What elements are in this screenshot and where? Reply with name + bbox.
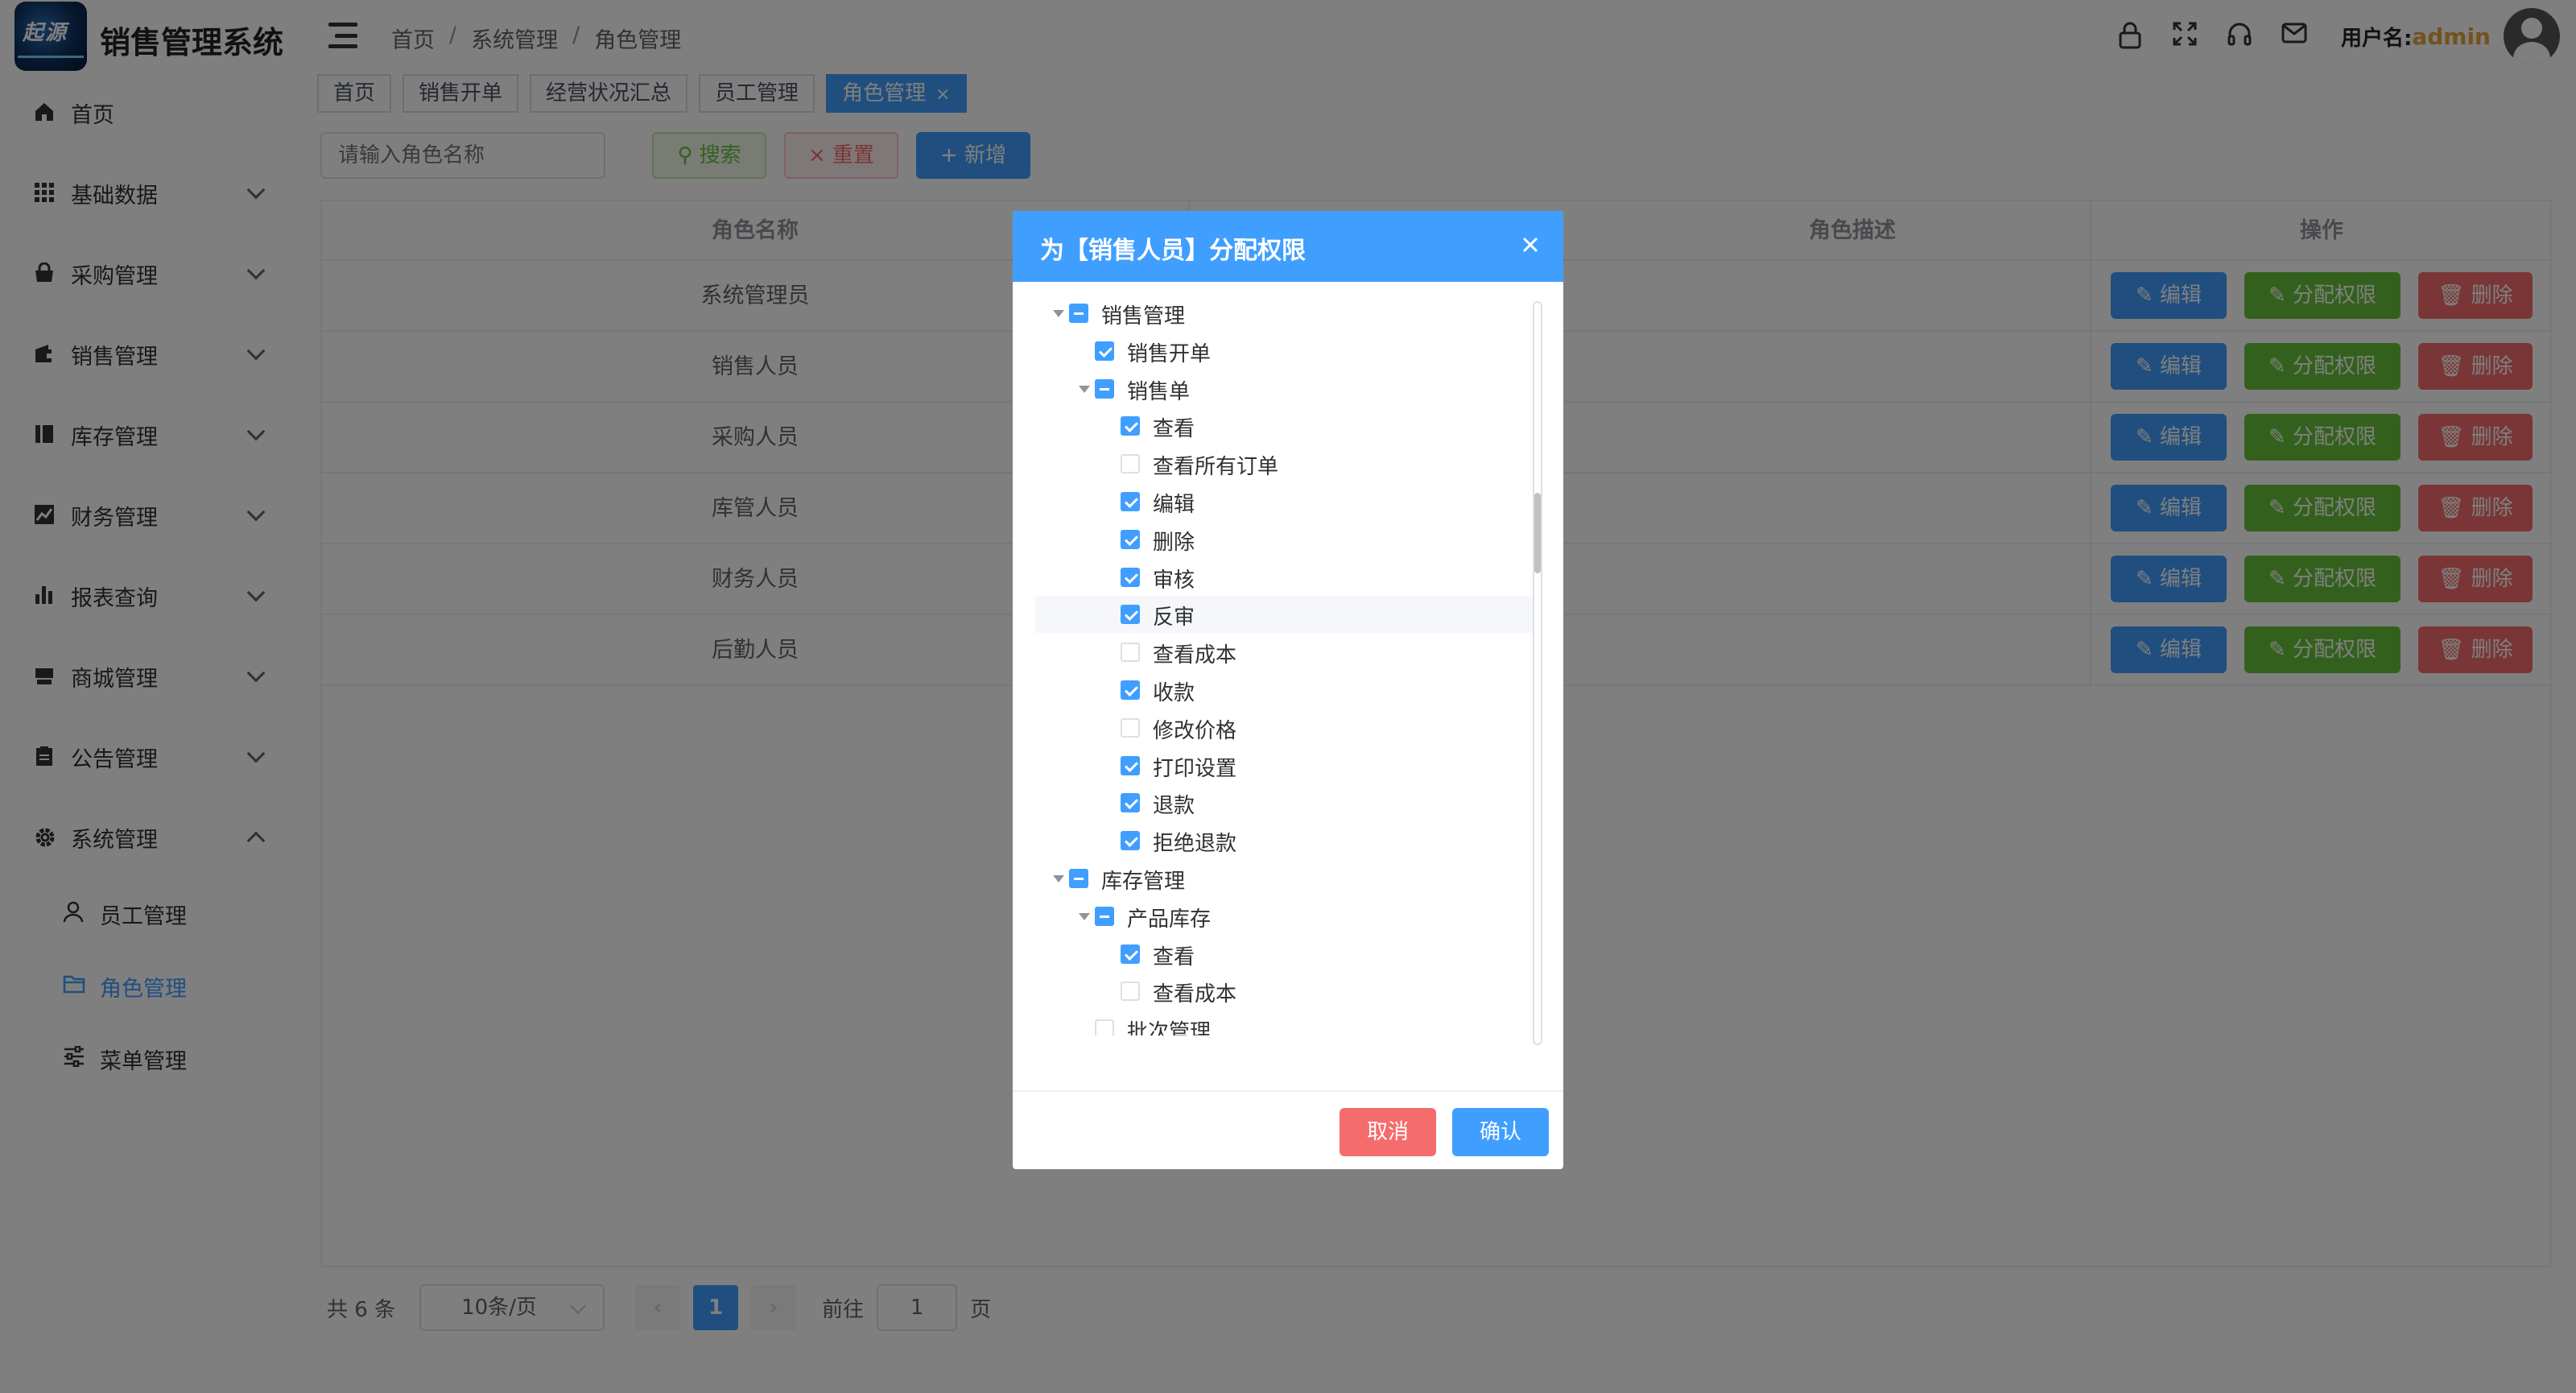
tree-node[interactable]: 反审 [1035,596,1542,634]
assign-permission-dialog: 为【销售人员】分配权限 销售管理 销售开单 销售单 查看 查看所有订单 编辑 删除 审核 反审查… [1013,211,1563,1169]
tree-scrollbar-thumb[interactable] [1534,493,1541,573]
confirm-button[interactable]: 确认 [1452,1108,1549,1156]
tree-checkbox[interactable] [1121,831,1140,851]
tree-checkbox[interactable] [1121,680,1140,700]
tree-checkbox[interactable] [1069,869,1088,888]
tree-node-label: 收款 [1153,681,1195,705]
cancel-button[interactable]: 取消 [1340,1108,1436,1156]
tree-node[interactable]: 批次管理 [1035,1011,1542,1035]
tree-node-label: 拒绝退款 [1153,832,1237,857]
tree-node-label: 查看成本 [1153,643,1237,668]
tree-node-label: 删除 [1153,530,1195,555]
tree-node-label: 销售管理 [1101,304,1186,329]
tree-node-label: 销售开单 [1127,341,1212,366]
tree-node[interactable]: 查看成本 [1035,973,1542,1010]
tree-node[interactable]: 打印设置 [1035,747,1542,784]
tree-node-label: 查看成本 [1153,982,1237,1007]
caret-down-icon[interactable] [1053,875,1064,883]
tree-checkbox[interactable] [1121,717,1140,738]
tree-checkbox[interactable] [1121,567,1140,587]
tree-node[interactable]: 收款 [1035,672,1542,709]
tree-node-label: 反审 [1153,606,1195,630]
dialog-title: 为【销售人员】分配权限 [1040,237,1306,265]
tree-node-label: 编辑 [1153,493,1195,517]
tree-node-label: 查看所有订单 [1153,455,1279,480]
caret-down-icon[interactable] [1079,385,1090,393]
tree-node-label: 审核 [1153,568,1195,593]
tree-node[interactable]: 产品库存 [1035,898,1542,935]
tree-node[interactable]: 编辑 [1035,483,1542,520]
tree-node-label: 修改价格 [1153,718,1237,743]
tree-checkbox[interactable] [1095,341,1114,361]
caret-down-icon[interactable] [1079,912,1090,920]
tree-scrollbar[interactable] [1533,301,1542,1045]
tree-node[interactable]: 删除 [1035,521,1542,558]
permission-tree: 销售管理 销售开单 销售单 查看 查看所有订单 编辑 删除 审核 反审 查看成本 收款 修改价格 打印设… [1035,295,1542,1035]
tree-node[interactable]: 查看 [1035,407,1542,444]
tree-checkbox[interactable] [1121,529,1140,549]
tree-node[interactable]: 修改价格 [1035,709,1542,746]
tree-checkbox[interactable] [1121,755,1140,775]
close-icon[interactable] [1521,230,1539,259]
tree-checkbox[interactable] [1121,605,1140,625]
tree-node-label: 退款 [1153,794,1195,819]
tree-node[interactable]: 审核 [1035,559,1542,596]
tree-checkbox[interactable] [1121,454,1140,474]
tree-node[interactable]: 销售开单 [1035,333,1542,370]
tree-node[interactable]: 查看 [1035,936,1542,973]
tree-checkbox[interactable] [1121,982,1140,1002]
tree-checkbox[interactable] [1121,944,1140,964]
tree-node-label: 产品库存 [1127,907,1212,932]
caret-down-icon[interactable] [1053,310,1064,317]
tree-checkbox[interactable] [1121,492,1140,511]
tree-node[interactable]: 查看成本 [1035,634,1542,671]
tree-node[interactable]: 退款 [1035,784,1542,821]
tree-node[interactable]: 销售单 [1035,370,1542,407]
tree-node-label: 查看 [1153,945,1195,969]
tree-checkbox[interactable] [1095,378,1114,399]
tree-node-label: 销售单 [1127,379,1191,404]
tree-node[interactable]: 销售管理 [1035,295,1542,332]
tree-node-label: 打印设置 [1153,756,1237,781]
tree-node-label: 批次管理 [1127,1020,1212,1035]
tree-checkbox[interactable] [1121,643,1140,663]
tree-node[interactable]: 查看所有订单 [1035,445,1542,482]
dialog-header: 为【销售人员】分配权限 [1013,211,1563,282]
tree-node-label: 库存管理 [1101,870,1186,894]
tree-node[interactable]: 库存管理 [1035,860,1542,897]
tree-node[interactable]: 拒绝退款 [1035,822,1542,859]
tree-checkbox[interactable] [1095,1019,1114,1035]
tree-checkbox[interactable] [1095,906,1114,926]
tree-checkbox[interactable] [1121,416,1140,436]
tree-node-label: 查看 [1153,417,1195,442]
tree-checkbox[interactable] [1069,304,1088,323]
tree-checkbox[interactable] [1121,793,1140,813]
